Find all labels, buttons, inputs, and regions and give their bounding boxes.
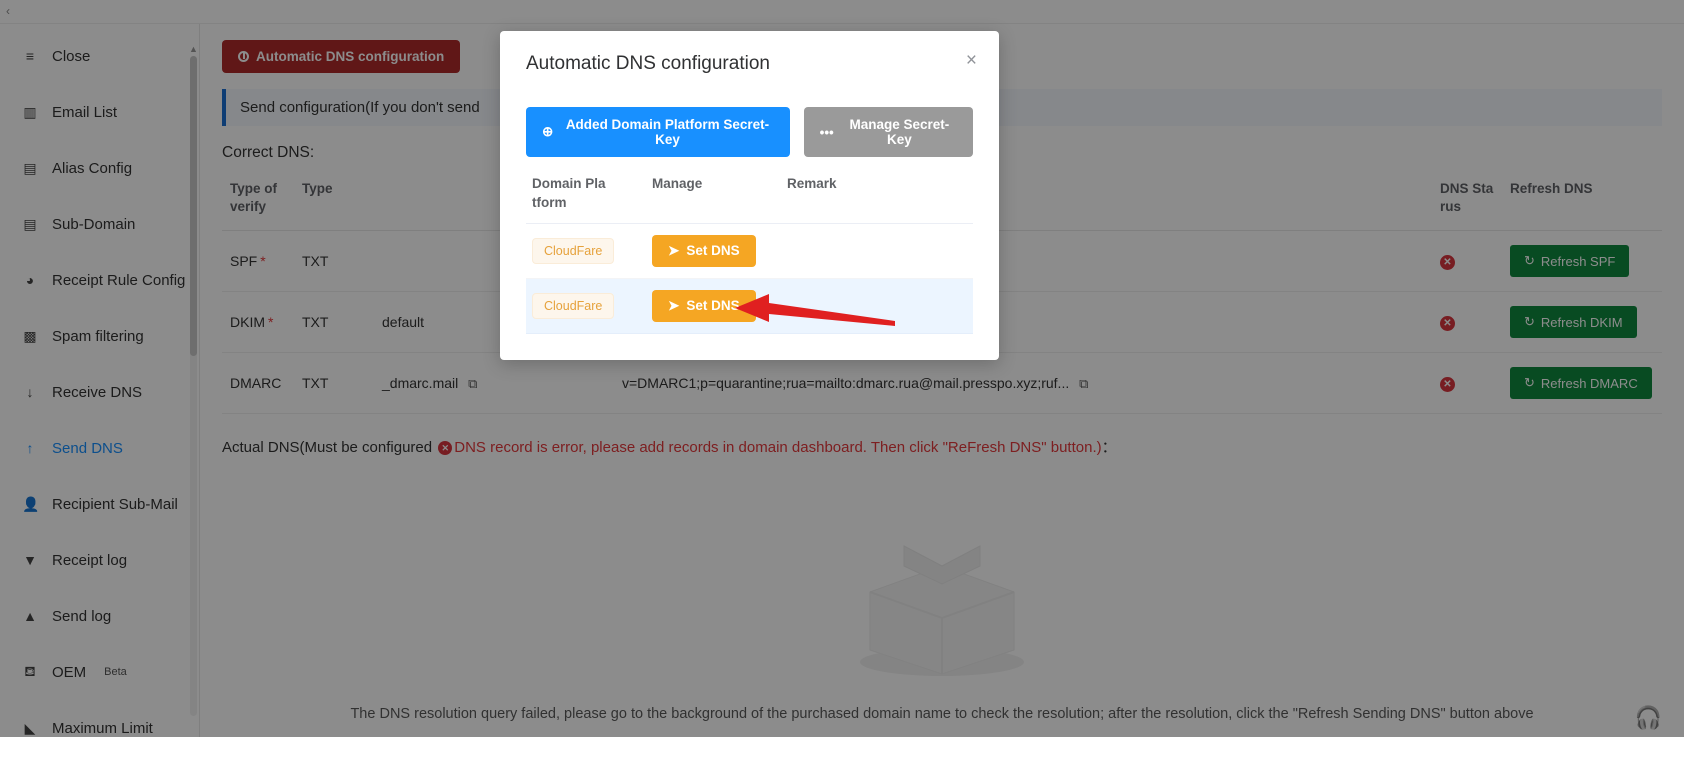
cell-manage: ➤ Set DNS — [646, 278, 781, 334]
col-remark: Remark — [781, 167, 973, 224]
automatic-dns-configuration-modal: Automatic DNS configuration × ⊕ Added Do… — [500, 31, 999, 360]
domain-platform-table: Domain Pla tform Manage Remark CloudFare… — [526, 167, 973, 334]
send-icon: ➤ — [668, 297, 680, 313]
headset-icon[interactable]: 🎧 — [1635, 705, 1662, 731]
table-header-row: Domain Pla tform Manage Remark — [526, 167, 973, 224]
table-row: CloudFare ➤ Set DNS — [526, 223, 973, 279]
platform-tag: CloudFare — [532, 292, 615, 319]
plus-circle-icon: ⊕ — [542, 124, 554, 139]
cell-remark — [781, 278, 973, 334]
platform-tag: CloudFare — [532, 237, 615, 264]
set-dns-label: Set DNS — [686, 298, 740, 314]
manage-secret-key-button[interactable]: ••• Manage Secret-Key — [803, 107, 973, 157]
domain-platform-table-head: Domain Pla tform Manage Remark — [526, 167, 973, 224]
set-dns-button[interactable]: ➤ Set DNS — [652, 234, 756, 267]
cell-remark — [781, 223, 973, 279]
domain-platform-table-body: CloudFare ➤ Set DNS CloudFare ➤ Set DNS — [526, 223, 973, 334]
col-domain-platform: Domain Pla tform — [526, 167, 646, 224]
table-row: CloudFare ➤ Set DNS — [526, 278, 973, 334]
cell-platform: CloudFare — [526, 278, 646, 334]
added-domain-platform-secret-key-button[interactable]: ⊕ Added Domain Platform Secret-Key — [526, 107, 790, 157]
manage-secret-key-label: Manage Secret-Key — [849, 117, 950, 147]
set-dns-label: Set DNS — [686, 243, 740, 259]
added-secret-key-label: Added Domain Platform Secret-Key — [565, 117, 770, 147]
col-platform-line2: tform — [532, 194, 567, 210]
close-icon[interactable]: × — [966, 51, 977, 70]
modal-action-row: ⊕ Added Domain Platform Secret-Key ••• M… — [526, 107, 973, 157]
col-platform-line1: Domain Pla — [532, 176, 606, 191]
ellipsis-icon: ••• — [819, 124, 834, 140]
col-manage: Manage — [646, 167, 781, 224]
cell-manage: ➤ Set DNS — [646, 223, 781, 279]
cell-platform: CloudFare — [526, 223, 646, 279]
set-dns-button[interactable]: ➤ Set DNS — [652, 289, 756, 322]
modal-title: Automatic DNS configuration — [526, 53, 770, 74]
send-icon: ➤ — [668, 242, 680, 258]
